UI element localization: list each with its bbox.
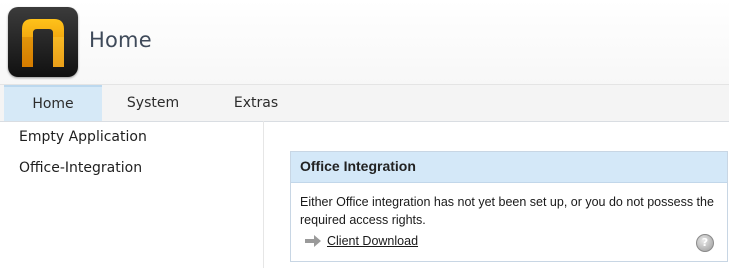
app-logo[interactable] — [8, 7, 78, 77]
header: Home — [0, 0, 729, 84]
app-window: Home Home System Extras Empty Applicatio… — [0, 0, 729, 268]
panel-message: Either Office integration has not yet be… — [300, 195, 714, 227]
tab-extras[interactable]: Extras — [206, 85, 306, 121]
tab-system[interactable]: System — [104, 85, 202, 121]
arrow-right-icon — [305, 235, 321, 247]
office-integration-panel: Office Integration Either Office integra… — [290, 151, 728, 262]
page-title: Home — [89, 28, 152, 52]
menu-bar: Home System Extras — [0, 84, 729, 122]
sidebar: Empty Application Office-Integration — [0, 121, 264, 268]
sidebar-item-office-integration[interactable]: Office-Integration — [19, 160, 142, 176]
tab-home[interactable]: Home — [4, 85, 102, 121]
logo-icon — [22, 19, 64, 67]
panel-title: Office Integration — [300, 158, 416, 174]
client-download-link[interactable]: Client Download — [327, 234, 418, 248]
help-icon[interactable]: ? — [696, 234, 714, 252]
sidebar-item-empty-application[interactable]: Empty Application — [19, 129, 147, 145]
panel-header: Office Integration — [291, 152, 727, 183]
